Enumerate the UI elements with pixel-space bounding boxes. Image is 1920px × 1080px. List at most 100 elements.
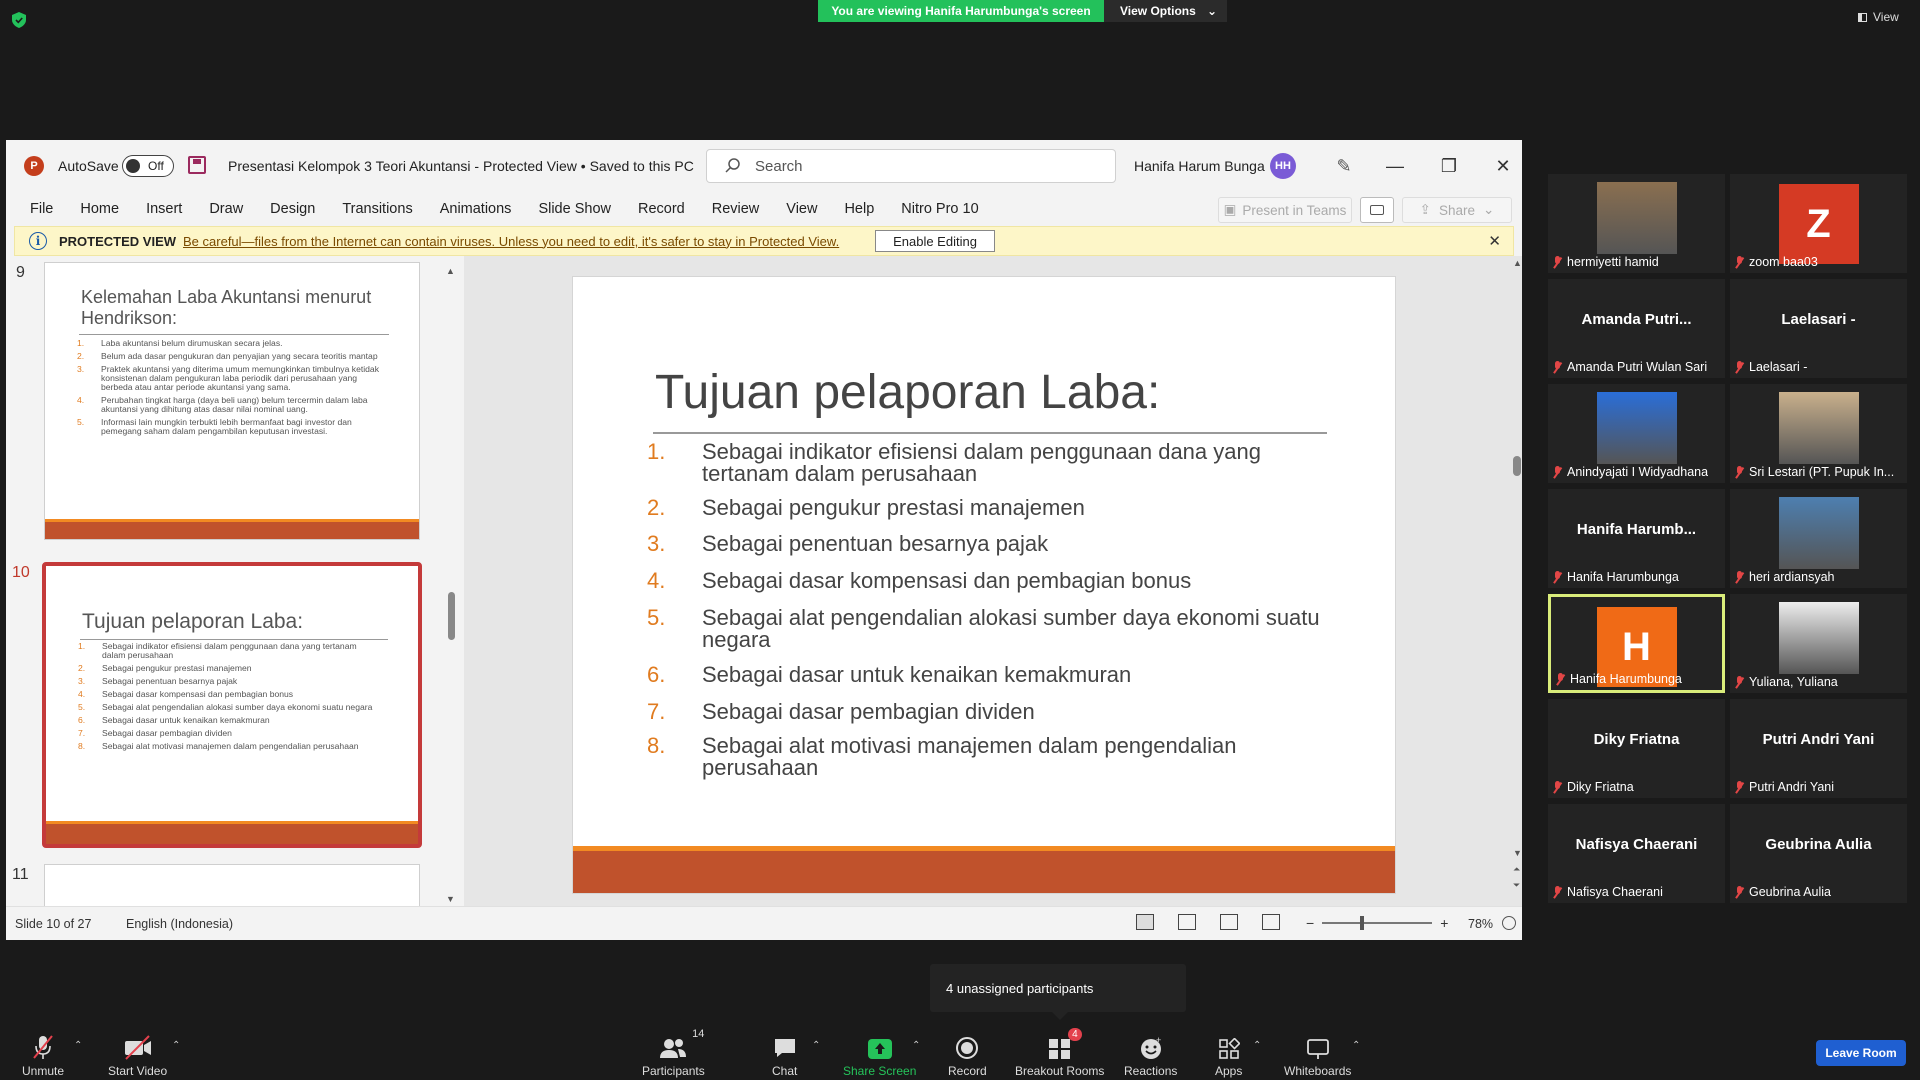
participant-tile[interactable]: Anindyajati I Widyadhana — [1548, 384, 1725, 483]
participant-display-name: Geubrina Aulia — [1765, 836, 1872, 853]
menu-transitions[interactable]: Transitions — [342, 201, 412, 217]
enable-editing-button[interactable]: Enable Editing — [875, 230, 995, 252]
restore-button[interactable]: ❐ — [1426, 148, 1472, 184]
whiteboards-button[interactable]: Whiteboards — [1284, 1032, 1351, 1078]
view-options-button[interactable]: View Options ⌄ — [1104, 0, 1227, 22]
slide-show-icon[interactable] — [1262, 914, 1280, 930]
chat-options-chevron-icon[interactable]: ⌃ — [812, 1040, 820, 1051]
security-shield-icon[interactable] — [12, 12, 26, 28]
menu-nitro-pro[interactable]: Nitro Pro 10 — [901, 201, 978, 217]
participant-tile[interactable]: Diky Friatna Diky Friatna — [1548, 699, 1725, 798]
video-options-chevron-icon[interactable]: ⌃ — [172, 1040, 180, 1051]
start-video-button[interactable]: Start Video — [108, 1032, 167, 1078]
fit-to-window-icon[interactable] — [1502, 916, 1516, 930]
slide-thumbnail-10[interactable]: Tujuan pelaporan Laba: 1. Sebagai indikat… — [42, 562, 422, 848]
zoom-percentage[interactable]: 78% — [1468, 917, 1493, 931]
slide-list-item: 5. Sebagai alat pengendalian alokasi sumb… — [647, 605, 1320, 652]
video-off-icon — [123, 1032, 153, 1060]
participant-tile[interactable]: Laelasari - Laelasari - — [1730, 279, 1907, 378]
comments-button[interactable] — [1360, 197, 1394, 223]
apps-button[interactable]: Apps — [1215, 1032, 1242, 1078]
view-button[interactable]: View — [1858, 10, 1899, 24]
menu-slide-show[interactable]: Slide Show — [538, 201, 611, 217]
scroll-up-arrow[interactable]: ▲ — [446, 266, 455, 276]
menu-home[interactable]: Home — [80, 201, 119, 217]
scroll-up-arrow[interactable]: ▲ — [1513, 258, 1522, 268]
normal-view-icon[interactable] — [1136, 914, 1154, 930]
menu-insert[interactable]: Insert — [146, 201, 182, 217]
participant-name-label: Geubrina Aulia — [1734, 885, 1831, 899]
share-button[interactable]: ⇪ Share ⌄ — [1402, 197, 1512, 223]
slide-list-item: 4. Sebagai dasar kompensasi dan pembagian… — [647, 568, 1192, 593]
autosave-toggle[interactable]: Off — [122, 155, 174, 177]
thumb-list-item: 3. Praktek akuntansi yang diterima umum m… — [77, 364, 379, 393]
zoom-slider[interactable] — [1322, 916, 1433, 930]
participant-tile[interactable]: H Hanifa Harumbunga — [1548, 594, 1725, 693]
participant-display-name: Amanda Putri... — [1581, 311, 1692, 328]
thumbnails-scrollbar[interactable] — [448, 592, 455, 640]
menu-help[interactable]: Help — [844, 201, 874, 217]
slide-thumbnail-9[interactable]: Kelemahan Laba Akuntansi menurut Hendrik… — [44, 262, 420, 540]
current-slide[interactable]: Tujuan pelaporan Laba: 1. Sebagai indikat… — [572, 276, 1396, 894]
present-in-teams-button[interactable]: ▣ Present in Teams — [1218, 197, 1352, 223]
participant-tile[interactable]: Nafisya Chaerani Nafisya Chaerani — [1548, 804, 1725, 903]
participant-name-label: Putri Andri Yani — [1734, 780, 1834, 794]
unmute-button[interactable]: Unmute — [22, 1032, 64, 1078]
zoom-out-icon[interactable]: − — [1306, 915, 1314, 931]
slide-scrollbar[interactable]: ▲ ▼ ⏶ ⏷ — [1512, 256, 1522, 906]
participant-tile[interactable]: Geubrina Aulia Geubrina Aulia — [1730, 804, 1907, 903]
minimize-button[interactable]: — — [1372, 148, 1418, 184]
participant-tile[interactable]: Putri Andri Yani Putri Andri Yani — [1730, 699, 1907, 798]
participant-tile[interactable]: Amanda Putri... Amanda Putri Wulan Sari — [1548, 279, 1725, 378]
search-input[interactable]: Search — [706, 149, 1116, 183]
menu-record[interactable]: Record — [638, 201, 685, 217]
chat-button[interactable]: Chat — [772, 1032, 797, 1078]
thumb-list-item: 5. Informasi lain mungkin terbukti lebih … — [77, 417, 352, 437]
participants-button[interactable]: 14 Participants — [642, 1028, 705, 1078]
unassigned-participants-tooltip[interactable]: 4 unassigned participants — [930, 964, 1186, 1020]
breakout-rooms-icon: 4 — [1048, 1028, 1082, 1060]
menu-animations[interactable]: Animations — [440, 201, 512, 217]
user-name[interactable]: Hanifa Harum Bunga — [1134, 158, 1265, 174]
close-icon[interactable]: ✕ — [1488, 232, 1501, 250]
share-screen-button[interactable]: Share Screen — [843, 1032, 916, 1078]
language-indicator[interactable]: English (Indonesia) — [126, 917, 233, 931]
menu-design[interactable]: Design — [270, 201, 315, 217]
participant-tile[interactable]: Hanifa Harumb... Hanifa Harumbunga — [1548, 489, 1725, 588]
reactions-button[interactable]: + Reactions — [1124, 1032, 1177, 1078]
participant-tile[interactable]: Sri Lestari (PT. Pupuk In... — [1730, 384, 1907, 483]
save-icon[interactable] — [188, 156, 206, 174]
participant-name: Putri Andri Yani — [1749, 780, 1835, 794]
participant-tile[interactable]: Yuliana, Yuliana — [1730, 594, 1907, 693]
close-window-button[interactable]: ✕ — [1480, 148, 1522, 184]
protected-view-message[interactable]: Be careful—files from the Internet can c… — [183, 234, 839, 249]
menu-view[interactable]: View — [786, 201, 817, 217]
slide-scrollbar-thumb[interactable] — [1513, 456, 1521, 476]
participants-icon: 14 — [658, 1028, 704, 1060]
participant-tile[interactable]: Zzoom baa03 — [1730, 174, 1907, 273]
next-slide-icon[interactable]: ⏷ — [1513, 880, 1520, 891]
whiteboards-options-chevron-icon[interactable]: ⌃ — [1352, 1040, 1360, 1051]
audio-options-chevron-icon[interactable]: ⌃ — [74, 1040, 82, 1051]
record-button[interactable]: Record — [948, 1032, 987, 1078]
user-avatar[interactable]: HH — [1270, 153, 1296, 179]
scroll-down-arrow[interactable]: ▼ — [1513, 848, 1522, 858]
pen-icon[interactable]: ✎ — [1332, 154, 1356, 178]
previous-slide-icon[interactable]: ⏶ — [1513, 864, 1520, 875]
share-options-chevron-icon[interactable]: ⌃ — [912, 1040, 920, 1051]
menu-review[interactable]: Review — [712, 201, 760, 217]
scroll-down-arrow[interactable]: ▼ — [446, 894, 455, 904]
reading-view-icon[interactable] — [1220, 914, 1238, 930]
leave-room-button[interactable]: Leave Room — [1816, 1040, 1906, 1066]
slide-thumbnail-11[interactable] — [44, 864, 420, 906]
menu-file[interactable]: File — [30, 201, 53, 217]
menu-draw[interactable]: Draw — [209, 201, 243, 217]
breakout-rooms-button[interactable]: 4 Breakout Rooms — [1015, 1028, 1104, 1078]
participant-tile[interactable]: heri ardiansyah — [1730, 489, 1907, 588]
participant-tile[interactable]: hermiyetti hamid — [1548, 174, 1725, 273]
apps-options-chevron-icon[interactable]: ⌃ — [1253, 1040, 1261, 1051]
zoom-in-icon[interactable]: + — [1440, 915, 1448, 931]
participant-avatar: Z — [1778, 184, 1859, 264]
thumb-list-item: 6. Sebagai dasar untuk kenaikan kemakmura… — [78, 715, 270, 726]
slide-sorter-icon[interactable] — [1178, 914, 1196, 930]
